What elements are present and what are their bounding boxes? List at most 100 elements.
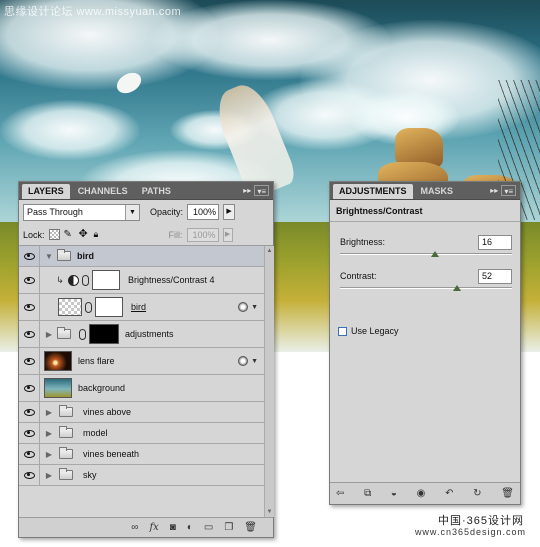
layer-row[interactable]: ▶ sky — [19, 465, 264, 486]
effects-badge-icon[interactable] — [238, 302, 249, 312]
brightness-contrast-icon — [68, 274, 79, 286]
chevron-down-icon[interactable]: ▼ — [125, 204, 139, 220]
trash-icon[interactable]: 🗑︎ — [501, 488, 514, 499]
adjustment-controls: Brightness: 16 Contrast: 52 — [330, 223, 520, 291]
layer-thumbnail[interactable] — [44, 351, 72, 371]
chevron-right-icon[interactable]: ▶ — [43, 330, 55, 339]
mask-thumbnail[interactable] — [92, 270, 120, 290]
chevron-right-icon[interactable]: ▶ — [43, 408, 55, 417]
layer-row[interactable]: ▼ bird — [19, 246, 264, 267]
eye-icon[interactable] — [23, 330, 35, 338]
contrast-slider-track[interactable] — [340, 287, 512, 289]
layer-row[interactable]: lens flare ▼ — [19, 348, 264, 375]
layer-thumbnail[interactable] — [58, 298, 82, 316]
lock-position-icon[interactable]: ✥ — [79, 229, 90, 240]
tab-adjustments[interactable]: ADJUSTMENTS — [333, 184, 413, 199]
layer-name: vines beneath — [83, 449, 140, 459]
new-layer-icon[interactable]: ❐ — [224, 522, 233, 533]
fill-input[interactable]: 100% — [186, 227, 219, 242]
site-name-cn: 中国·365设计网 — [437, 515, 524, 527]
fill-slider-arrow[interactable]: ▶ — [222, 227, 233, 242]
layer-row[interactable]: ▶ model — [19, 423, 264, 444]
tab-masks[interactable]: MASKS — [415, 184, 460, 199]
mask-thumbnail[interactable] — [89, 324, 119, 344]
refresh-icon[interactable]: ↻ — [473, 488, 481, 499]
mask-thumbnail[interactable] — [95, 297, 123, 317]
adjustment-title: Brightness/Contrast — [330, 200, 520, 222]
contrast-slider-thumb[interactable] — [452, 285, 461, 291]
chevron-down-icon[interactable]: ▼ — [43, 252, 55, 261]
eye-icon[interactable] — [23, 450, 35, 458]
reset-icon[interactable]: ↶ — [445, 488, 453, 499]
link-icon[interactable] — [79, 328, 86, 340]
chevron-right-icon[interactable]: ▶ — [43, 450, 55, 459]
double-chevron-icon[interactable]: ▸▸ — [490, 185, 498, 196]
brightness-slider-track[interactable] — [340, 253, 512, 255]
brightness-label: Brightness: — [340, 237, 386, 247]
use-legacy-option[interactable]: Use Legacy — [338, 326, 399, 336]
eye-icon[interactable] — [23, 357, 35, 365]
link-icon[interactable] — [82, 274, 89, 286]
layer-row[interactable]: ▶ adjustments — [19, 321, 264, 348]
layer-row[interactable]: ▶ vines beneath — [19, 444, 264, 465]
eye-icon[interactable] — [23, 303, 35, 311]
back-arrow-icon[interactable]: ⇦ — [336, 488, 344, 499]
blend-mode-select[interactable]: Pass Through ▼ — [23, 203, 140, 221]
panel-menu-icon[interactable]: ▾≡ — [254, 185, 269, 196]
layer-row[interactable]: ↳ Brightness/Contrast 4 — [19, 267, 264, 294]
link-icon[interactable] — [85, 301, 92, 313]
layer-list: ▼ bird ↳ Brightness/Contrast 4 bird ▼ ▶ — [19, 246, 264, 517]
chevron-right-icon[interactable]: ▶ — [43, 429, 55, 438]
new-group-icon[interactable]: ▭ — [204, 522, 213, 533]
blend-row: Pass Through ▼ Opacity: 100% ▶ — [19, 200, 273, 224]
eye-icon[interactable] — [23, 408, 35, 416]
eye-icon[interactable] — [23, 252, 35, 260]
eye-icon[interactable] — [23, 276, 35, 284]
layer-row[interactable]: background — [19, 375, 264, 402]
layer-name: background — [78, 383, 126, 393]
folder-icon — [57, 327, 71, 339]
eye-icon[interactable] — [23, 429, 35, 437]
fx-icon[interactable]: fx — [149, 522, 158, 533]
use-legacy-checkbox[interactable] — [338, 326, 347, 336]
visibility-eye-icon[interactable]: ◉ — [417, 488, 426, 499]
scroll-down-icon[interactable]: ▼ — [265, 507, 274, 517]
view-previous-icon[interactable]: ◒ — [391, 488, 397, 499]
layer-name: model — [83, 428, 108, 438]
layer-row[interactable]: bird ▼ — [19, 294, 264, 321]
chevron-down-icon[interactable]: ▼ — [251, 358, 258, 365]
tab-channels[interactable]: CHANNELS — [72, 184, 134, 199]
trash-icon[interactable]: 🗑︎ — [244, 522, 257, 533]
effects-badge-icon[interactable] — [238, 356, 249, 366]
brightness-input[interactable]: 16 — [478, 235, 512, 250]
clip-layer-icon[interactable]: ⧉ — [364, 488, 371, 499]
opacity-slider-arrow[interactable]: ▶ — [223, 204, 236, 220]
double-chevron-icon[interactable]: ▸▸ — [243, 185, 251, 196]
lock-transparency-icon[interactable] — [48, 229, 60, 240]
chevron-right-icon[interactable]: ▶ — [43, 471, 55, 480]
contrast-input[interactable]: 52 — [478, 269, 512, 284]
eye-icon[interactable] — [23, 471, 35, 479]
eye-icon[interactable] — [23, 384, 35, 392]
layer-row[interactable]: ▶ vines above — [19, 402, 264, 423]
chevron-down-icon[interactable]: ▼ — [251, 304, 258, 311]
layer-thumbnail[interactable] — [44, 378, 72, 398]
folder-icon — [59, 447, 73, 459]
tab-layers[interactable]: LAYERS — [22, 184, 70, 199]
tab-paths[interactable]: PATHS — [136, 184, 177, 199]
panel-menu-icon[interactable]: ▾≡ — [501, 185, 516, 196]
lock-label: Lock: — [23, 229, 45, 240]
lock-all-icon[interactable]: 🔒︎ — [94, 229, 105, 240]
layers-scrollbar[interactable]: ▲ ▼ — [264, 246, 274, 517]
adjustment-layer-icon[interactable]: ◐ — [187, 522, 193, 533]
layer-name: adjustments — [125, 329, 174, 339]
scroll-up-icon[interactable]: ▲ — [265, 246, 274, 256]
clip-arrow-icon: ↳ — [56, 274, 64, 285]
contrast-field: Contrast: 52 — [330, 257, 520, 291]
lock-pixels-icon[interactable]: ✎ — [64, 229, 75, 240]
brightness-field: Brightness: 16 — [330, 223, 520, 257]
opacity-input[interactable]: 100% — [187, 204, 220, 220]
use-legacy-label: Use Legacy — [351, 326, 399, 336]
mask-icon[interactable]: ◙ — [170, 522, 176, 533]
link-icon[interactable]: ∞ — [131, 522, 138, 533]
